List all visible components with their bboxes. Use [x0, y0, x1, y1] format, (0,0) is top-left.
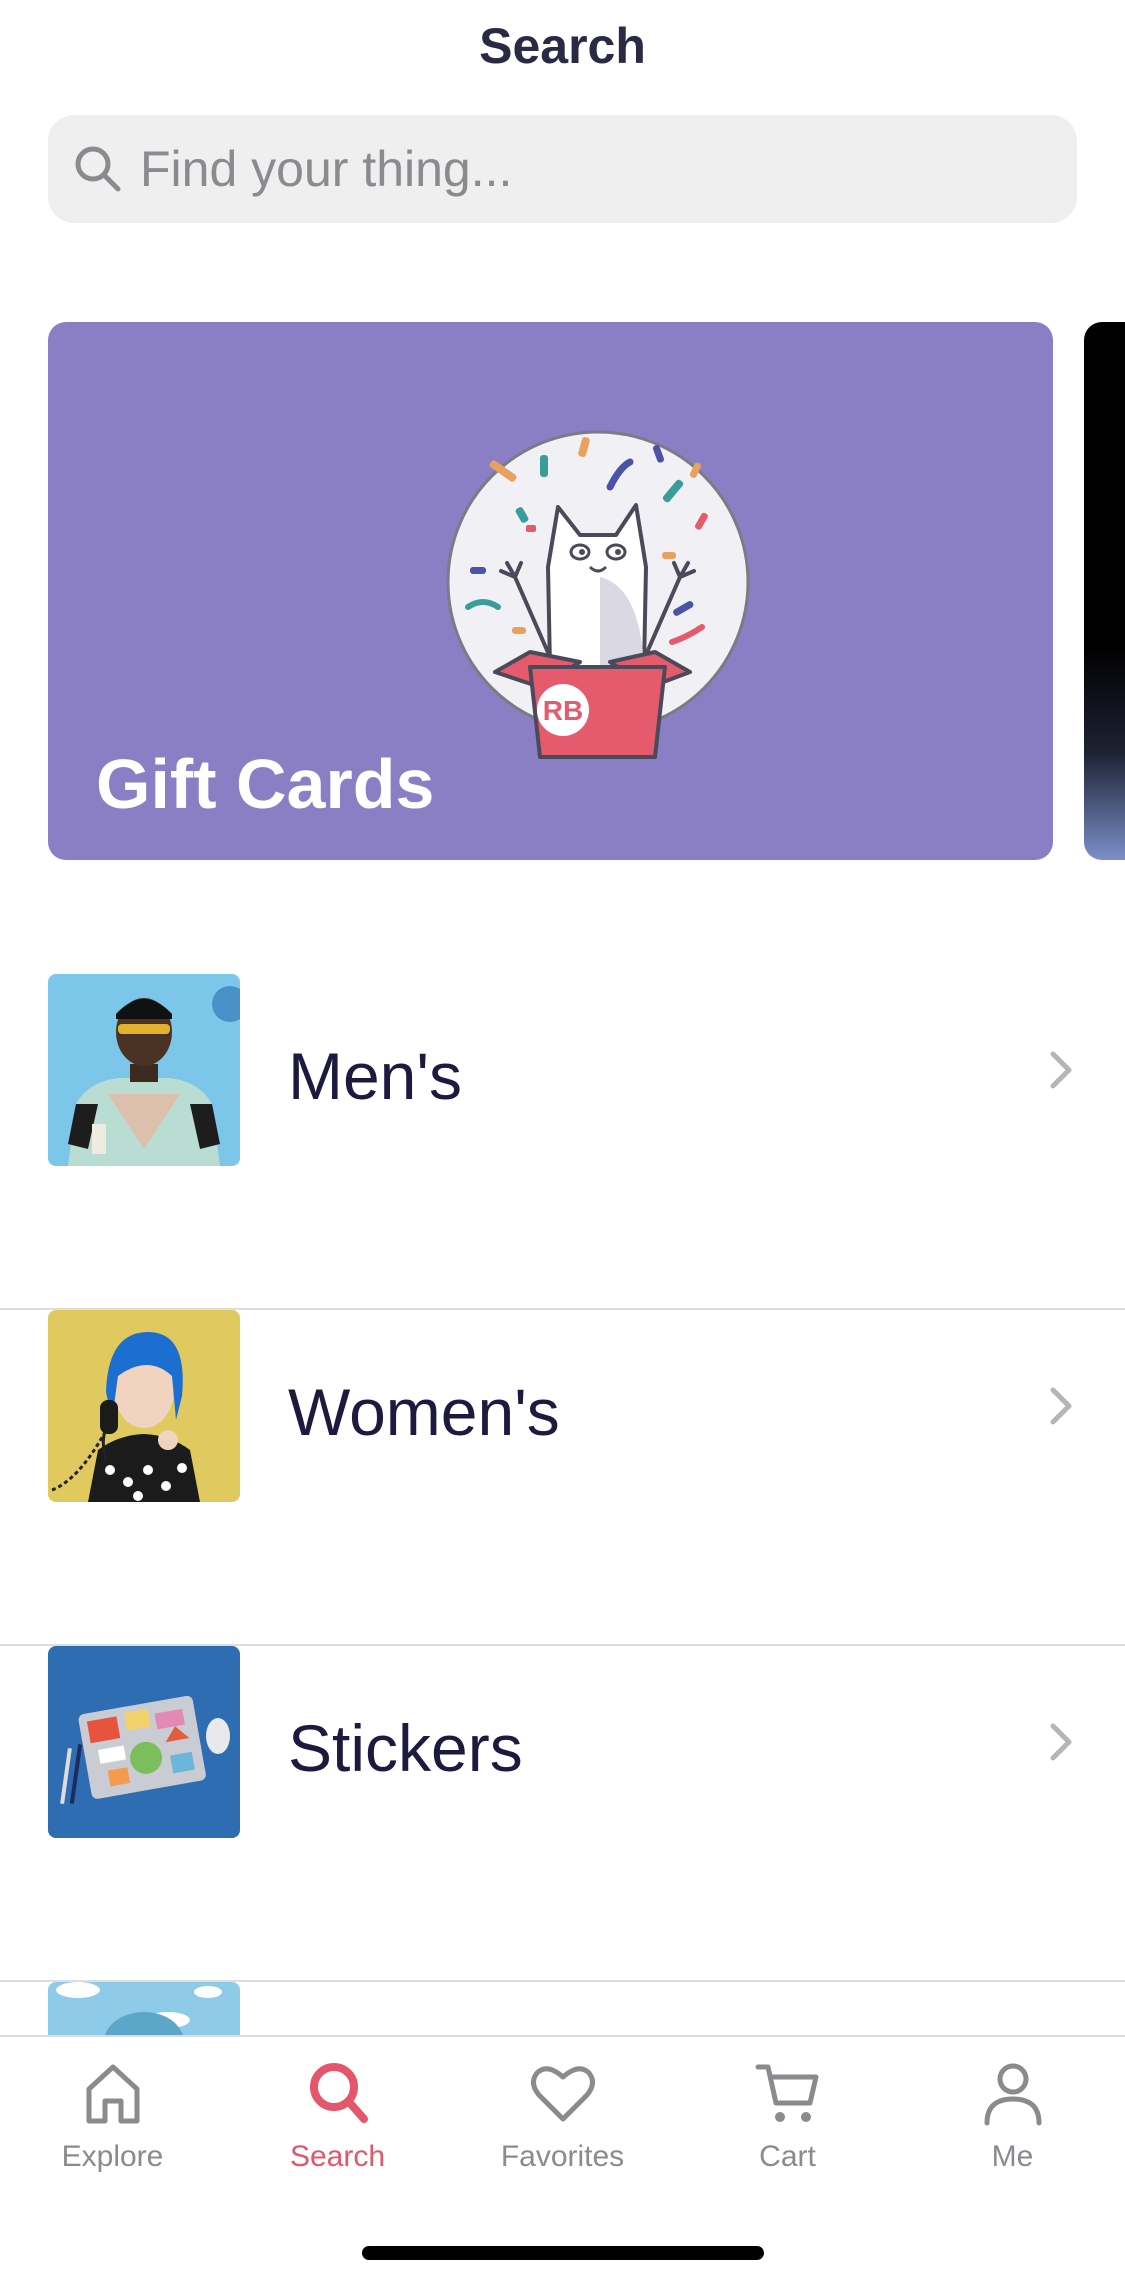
search-bar[interactable]	[48, 115, 1077, 223]
search-icon	[309, 2063, 368, 2123]
search-icon	[75, 146, 121, 192]
tab-label: Me	[991, 2140, 1034, 2173]
next-carousel-card[interactable]	[1084, 322, 1125, 860]
page-title: Search	[479, 18, 646, 74]
heart-icon	[530, 2066, 595, 2122]
tab-explore[interactable]: Explore	[0, 2057, 225, 2207]
tab-label: Cart	[759, 2140, 816, 2173]
cart-icon	[755, 2064, 818, 2122]
category-row-partial[interactable]	[48, 1982, 240, 2035]
featured-carousel[interactable]: RB Gift Cards	[0, 322, 1125, 862]
chevron-right-icon	[1050, 1051, 1072, 1089]
stickers-thumbnail	[48, 1646, 240, 1838]
home-icon	[86, 2064, 139, 2124]
home-indicator	[362, 2246, 764, 2260]
search-input[interactable]	[140, 115, 1040, 223]
mens-thumbnail	[48, 974, 240, 1166]
tab-me[interactable]: Me	[900, 2057, 1125, 2207]
tab-cart[interactable]: Cart	[675, 2057, 900, 2207]
tab-label: Search	[289, 2140, 386, 2173]
category-label: Women's	[288, 1375, 560, 1449]
gift-cat-illustration: RB	[446, 430, 750, 759]
gift-cards-label: Gift Cards	[96, 745, 435, 823]
tab-label: Explore	[61, 2140, 164, 2173]
chevron-right-icon	[1050, 1723, 1072, 1761]
category-label: Stickers	[288, 1711, 523, 1785]
gift-cards-card[interactable]: RB Gift Cards	[48, 322, 1053, 860]
category-label: Men's	[288, 1039, 462, 1113]
partial-thumbnail	[48, 1982, 240, 2035]
category-row-womens[interactable]: Women's	[0, 1310, 1125, 1646]
rb-logo: RB	[543, 695, 583, 726]
womens-thumbnail	[48, 1310, 240, 1502]
chevron-right-icon	[1050, 1387, 1072, 1425]
category-row-mens[interactable]: Men's	[0, 974, 1125, 1310]
tab-search[interactable]: Search	[225, 2057, 450, 2207]
person-icon	[984, 2063, 1041, 2126]
tab-favorites[interactable]: Favorites	[450, 2057, 675, 2207]
category-row-stickers[interactable]: Stickers	[0, 1646, 1125, 1982]
tab-label: Favorites	[500, 2140, 625, 2173]
